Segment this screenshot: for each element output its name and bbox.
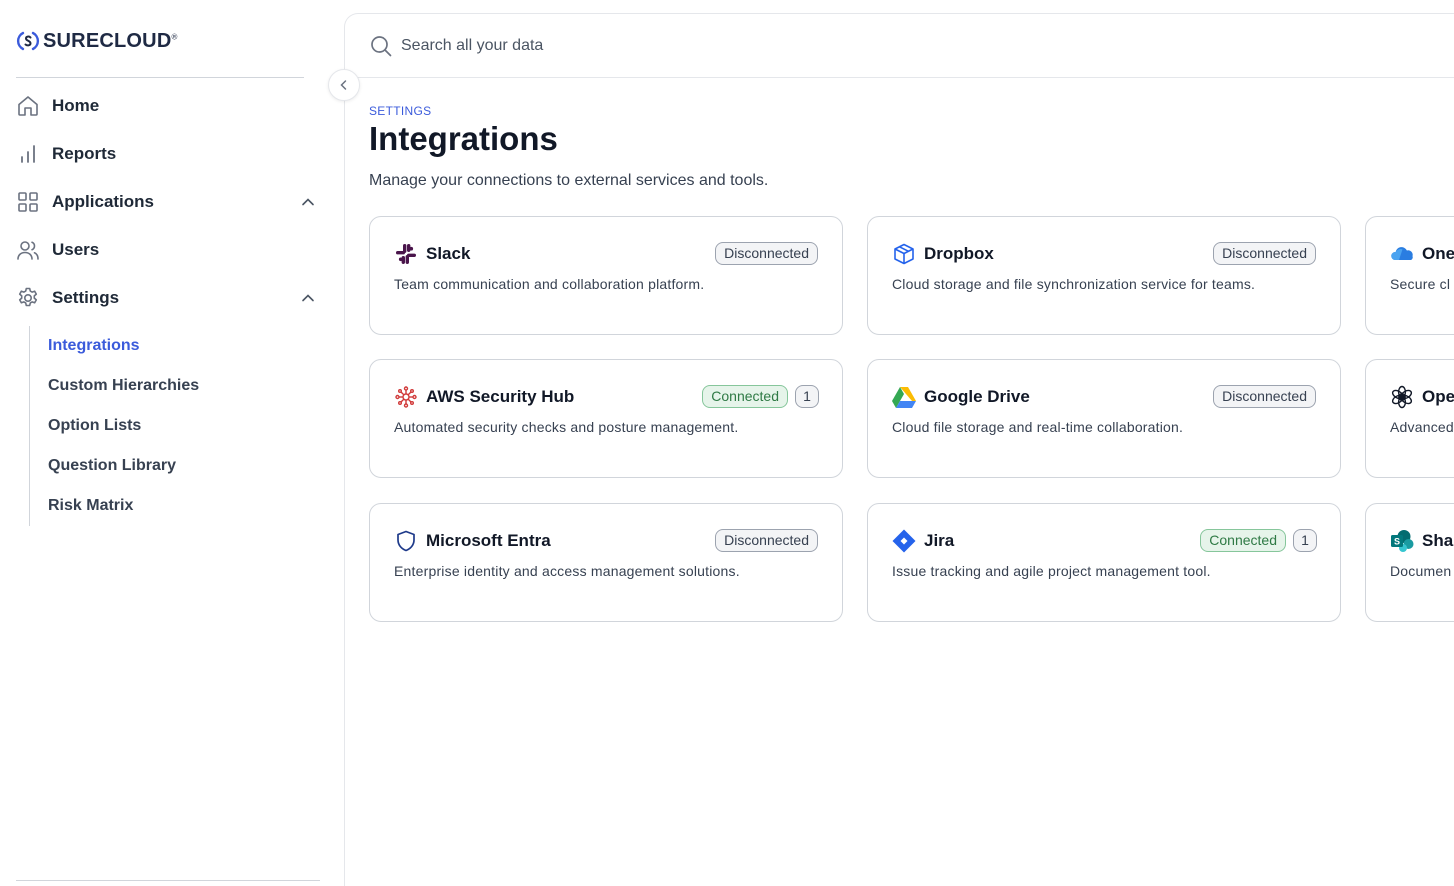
openai-icon: [1390, 385, 1414, 409]
subnav-item-custom-hierarchies[interactable]: Custom Hierarchies: [30, 366, 309, 406]
aws-security-hub-icon: [394, 385, 418, 409]
integration-name: Ope: [1422, 387, 1454, 406]
integration-name: AWS Security Hub: [426, 387, 575, 406]
integration-description: Secure cl: [1390, 276, 1451, 292]
integration-card-aws-security-hub[interactable]: AWS Security Hub Connected 1 Automated s…: [369, 359, 843, 478]
subnav-item-risk-matrix[interactable]: Risk Matrix: [30, 486, 309, 526]
integration-description: Enterprise identity and access managemen…: [394, 563, 740, 579]
integration-name: Google Drive: [924, 387, 1030, 406]
breadcrumb[interactable]: SETTINGS: [369, 104, 431, 118]
sidebar-divider: [16, 77, 304, 78]
sharepoint-icon: S: [1390, 529, 1414, 553]
jira-icon: [892, 529, 916, 553]
integration-card-google-drive[interactable]: Google Drive Disconnected Cloud file sto…: [867, 359, 1341, 478]
onedrive-icon: [1390, 242, 1414, 266]
subnav-item-option-lists[interactable]: Option Lists: [30, 406, 309, 446]
sidebar: SURECLOUD® Home Reports Applications Use…: [0, 0, 344, 886]
integration-card-sharepoint[interactable]: S Shar Documen: [1365, 503, 1454, 622]
integration-name: Microsoft Entra: [426, 531, 551, 550]
nav-item-label: Applications: [52, 192, 155, 211]
main-nav: Home Reports Applications Users Settings: [16, 82, 320, 322]
integration-card-onedrive[interactable]: One Secure cl: [1365, 216, 1454, 335]
sidebar-footer-divider: [16, 880, 320, 881]
integration-description: Automated security checks and posture ma…: [394, 419, 739, 435]
nav-item-label: Home: [52, 96, 100, 115]
nav-item-home[interactable]: Home: [16, 82, 320, 130]
svg-text:S: S: [1394, 537, 1400, 547]
nav-item-users[interactable]: Users: [16, 226, 320, 274]
nav-item-reports[interactable]: Reports: [16, 130, 320, 178]
integration-description: Issue tracking and agile project managem…: [892, 563, 1211, 579]
integration-card-slack[interactable]: Slack Disconnected Team communication an…: [369, 216, 843, 335]
subnav-item-integrations[interactable]: Integrations: [30, 326, 309, 366]
status-badge: Disconnected: [1213, 242, 1316, 265]
home-icon: [16, 94, 40, 118]
chevron-up-icon[interactable]: [300, 194, 316, 210]
page-title: Integrations: [369, 120, 558, 157]
integration-name: Dropbox: [924, 244, 994, 263]
settings-subnav: Integrations Custom Hierarchies Option L…: [29, 326, 309, 526]
slack-icon: [394, 242, 418, 266]
brand-logo[interactable]: SURECLOUD®: [16, 28, 178, 54]
nav-item-label: Users: [52, 240, 100, 259]
grid-icon: [16, 190, 40, 214]
users-icon: [16, 238, 40, 262]
nav-item-settings[interactable]: Settings: [16, 274, 320, 322]
chevron-left-icon: [340, 80, 347, 90]
integration-description: Cloud storage and file synchronization s…: [892, 276, 1256, 292]
connection-count-badge: 1: [795, 385, 819, 408]
gear-icon: [16, 286, 40, 310]
search-icon: [371, 36, 392, 57]
dropbox-icon: [892, 242, 916, 266]
integration-description: Documen: [1390, 563, 1452, 579]
nav-item-label: Settings: [52, 288, 120, 307]
collapse-sidebar-button[interactable]: [328, 69, 360, 101]
integration-card-dropbox[interactable]: Dropbox Disconnected Cloud storage and f…: [867, 216, 1341, 335]
connection-count-badge: 1: [1293, 529, 1317, 552]
subnav-item-question-library[interactable]: Question Library: [30, 446, 309, 486]
integration-name: Slack: [426, 244, 471, 263]
integration-card-openai[interactable]: Ope Advanced: [1365, 359, 1454, 478]
integration-description: Team communication and collaboration pla…: [394, 276, 705, 292]
google-drive-icon: [892, 385, 916, 409]
status-badge: Disconnected: [1213, 385, 1316, 408]
integration-name: One: [1422, 244, 1454, 263]
integration-name: Jira: [924, 531, 955, 550]
status-badge: Disconnected: [715, 529, 818, 552]
search-input[interactable]: [401, 32, 1201, 60]
integration-name: Shar: [1422, 531, 1454, 550]
chevron-up-icon[interactable]: [300, 290, 316, 306]
integration-card-jira[interactable]: Jira Connected 1 Issue tracking and agil…: [867, 503, 1341, 622]
status-badge: Disconnected: [715, 242, 818, 265]
main-panel: SETTINGS Integrations Manage your connec…: [344, 13, 1454, 886]
surecloud-logo-icon: [16, 31, 40, 51]
brand-name: SURECLOUD: [43, 29, 172, 52]
nav-item-applications[interactable]: Applications: [16, 178, 320, 226]
integration-description: Advanced: [1390, 419, 1454, 435]
integration-description: Cloud file storage and real-time collabo…: [892, 419, 1184, 435]
brand-reg-mark: ®: [171, 31, 178, 41]
nav-item-label: Reports: [52, 144, 117, 163]
status-badge: Connected: [1200, 529, 1286, 552]
status-badge: Connected: [702, 385, 788, 408]
search-bar: [345, 14, 1454, 78]
bar-chart-icon: [16, 142, 40, 166]
page-subtitle: Manage your connections to external serv…: [369, 172, 769, 189]
shield-icon: [394, 529, 418, 553]
integration-card-microsoft-entra[interactable]: Microsoft Entra Disconnected Enterprise …: [369, 503, 843, 622]
